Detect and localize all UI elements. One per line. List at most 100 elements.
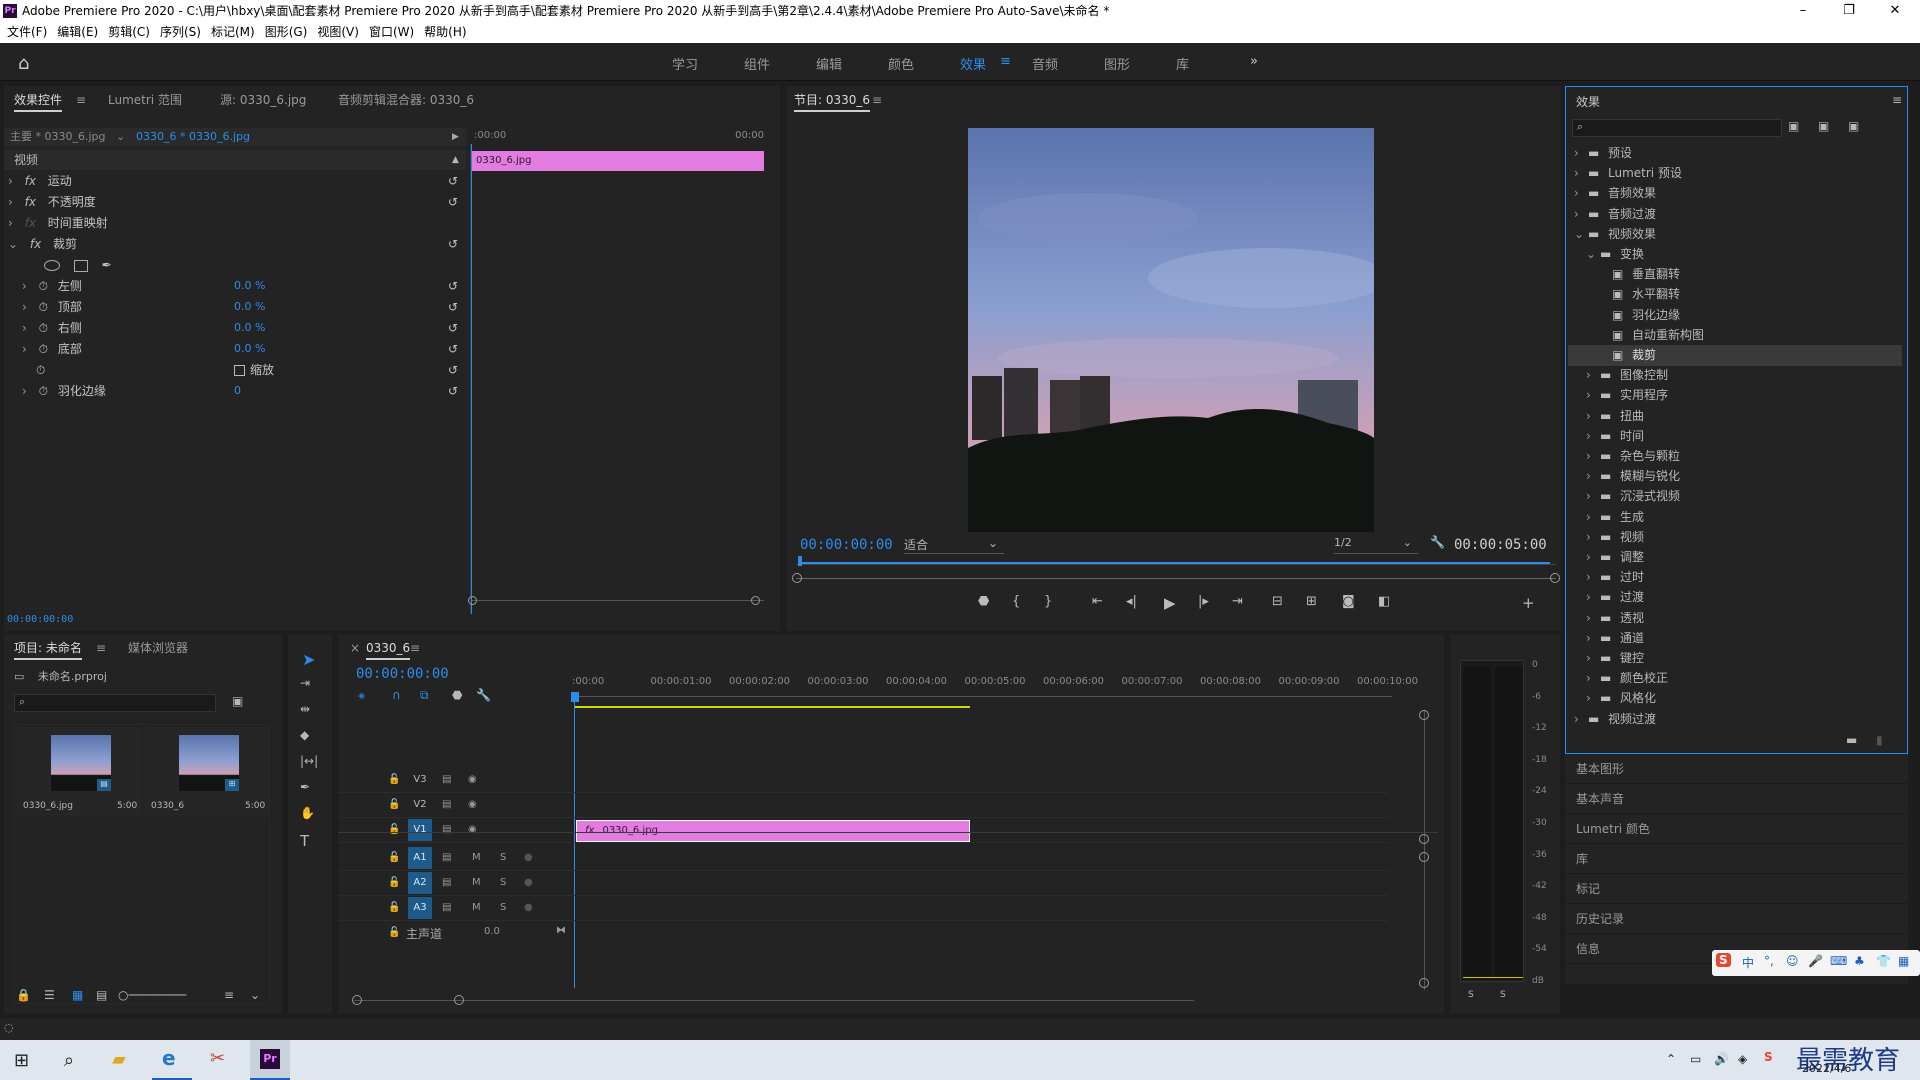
stopwatch-icon[interactable]: ⏱: [36, 363, 45, 377]
expand-chevron-icon[interactable]: ›: [1586, 406, 1591, 427]
fx-badge[interactable]: fx: [585, 825, 594, 836]
expand-chevron-icon[interactable]: ›: [1586, 446, 1591, 467]
tab-program[interactable]: 节目: 0330_6: [794, 86, 871, 114]
lock-icon[interactable]: 🔓: [388, 877, 400, 888]
reset-icon[interactable]: ↺: [448, 318, 458, 338]
effects-tree-item[interactable]: › ▬ 通道: [1568, 628, 1902, 649]
snap-icon[interactable]: ∩: [392, 688, 401, 702]
effects-tree-item[interactable]: ▣ 裁剪: [1568, 345, 1902, 366]
expand-chevron-icon[interactable]: ›: [22, 279, 27, 293]
volume-icon[interactable]: 🔊: [1714, 1052, 1729, 1066]
panel-essential-sound[interactable]: 基本声音: [1565, 784, 1908, 814]
chevron-down-icon[interactable]: ⌄: [1403, 536, 1412, 549]
fx-badge[interactable]: fx: [30, 237, 41, 251]
expand-chevron-icon[interactable]: ›: [8, 216, 13, 230]
menu-view[interactable]: 视图(V): [317, 25, 359, 39]
track-label[interactable]: A1: [408, 847, 432, 869]
reset-icon[interactable]: ↺: [448, 297, 458, 317]
list-view-icon[interactable]: ☰: [44, 988, 55, 1002]
expand-chevron-icon[interactable]: ›: [1586, 466, 1591, 487]
effects-tree-item[interactable]: ▣ 垂直翻转: [1568, 264, 1902, 285]
tab-sequence[interactable]: 0330_6: [366, 634, 411, 662]
new-bin-icon[interactable]: ▬: [1846, 733, 1857, 747]
track-label[interactable]: V2: [408, 794, 432, 816]
effects-tree-item[interactable]: › ▬ 音频过渡: [1568, 204, 1902, 225]
effects-tree-item[interactable]: › ▬ 时间: [1568, 426, 1902, 447]
zoom-handle-left[interactable]: [792, 573, 802, 583]
effects-tree-item[interactable]: › ▬ 图像控制: [1568, 365, 1902, 386]
collapse-up-icon[interactable]: ▲: [452, 150, 459, 170]
workspace-graphics[interactable]: 图形: [1104, 54, 1130, 73]
new-search-bin-icon[interactable]: ▣: [232, 694, 243, 708]
expand-chevron-icon[interactable]: ›: [1586, 365, 1591, 386]
sync-lock-icon[interactable]: ▤: [442, 852, 451, 863]
lock-icon[interactable]: 🔓: [388, 774, 400, 785]
menu-graphics[interactable]: 图形(G): [265, 25, 308, 39]
eye-icon[interactable]: ◉: [468, 799, 477, 810]
expand-chevron-icon[interactable]: ›: [1586, 527, 1591, 548]
effects-tree-item[interactable]: › ▬ 视频过渡: [1568, 709, 1902, 730]
trash-icon[interactable]: ▮: [1876, 733, 1883, 747]
expand-chevron-icon[interactable]: ›: [1574, 183, 1579, 204]
tab-audio-clip-mixer[interactable]: 音频剪辑混合器: 0330_6: [338, 86, 474, 114]
track-label[interactable]: V3: [408, 769, 432, 791]
shirt-icon[interactable]: 👕: [1876, 954, 1891, 968]
effects-tree-item[interactable]: ⌄ ▬ 变换: [1568, 244, 1902, 265]
crop-param-feather[interactable]: › ⏱ 羽化边缘 0 ↺: [22, 381, 464, 401]
mark-in-icon[interactable]: {: [1012, 594, 1020, 609]
timeline-hscrollbar[interactable]: [354, 1000, 1194, 1001]
reset-icon[interactable]: ↺: [448, 339, 458, 359]
step-forward-icon[interactable]: |▸: [1198, 594, 1209, 609]
reset-icon[interactable]: ↺: [448, 192, 458, 212]
param-value[interactable]: 0.0 %: [234, 297, 265, 317]
go-to-in-icon[interactable]: ⇤: [1092, 594, 1103, 609]
eye-icon[interactable]: ◉: [468, 774, 477, 785]
sync-lock-icon[interactable]: ▤: [442, 799, 451, 810]
ime-tray-icon[interactable]: ◈: [1738, 1052, 1747, 1066]
timeline-clip[interactable]: fx 0330_6.jpg: [576, 820, 970, 842]
stopwatch-icon[interactable]: ⏱: [39, 300, 48, 314]
mute-button[interactable]: M: [472, 902, 481, 913]
vscroll-handle[interactable]: [1419, 852, 1429, 862]
param-value[interactable]: 0: [234, 381, 241, 401]
emoji-icon[interactable]: ☺: [1786, 954, 1799, 968]
menu-clip[interactable]: 剪辑(C): [108, 25, 150, 39]
go-to-out-icon[interactable]: ⇥: [1232, 594, 1243, 609]
play-triangle-icon[interactable]: ▶: [452, 128, 459, 146]
effects-tree-item[interactable]: › ▬ 透视: [1568, 608, 1902, 629]
effects-tree-item[interactable]: › ▬ 过渡: [1568, 587, 1902, 608]
linked-selection-icon[interactable]: ⧉: [420, 688, 429, 703]
nest-icon[interactable]: ⚹: [358, 688, 365, 703]
taskbar-date[interactable]: 2022/4/6: [1802, 1062, 1851, 1075]
sort-icon[interactable]: ≡: [224, 988, 234, 1002]
project-item-sequence[interactable]: ⊞ 0330_6 5:00: [145, 727, 269, 817]
solo-button[interactable]: S: [500, 852, 506, 863]
program-playhead[interactable]: [798, 556, 802, 566]
slip-tool-icon[interactable]: |↔|: [300, 754, 318, 768]
scroll-handle-left[interactable]: [468, 596, 477, 605]
crop-param-left[interactable]: › ⏱ 左侧 0.0 % ↺: [22, 276, 464, 296]
effects-tree-item[interactable]: › ▬ 预设: [1568, 143, 1902, 164]
tab-menu-icon[interactable]: ≡: [872, 86, 882, 114]
effects-tree-item[interactable]: ▣ 羽化边缘: [1568, 305, 1902, 326]
crop-param-bottom[interactable]: › ⏱ 底部 0.0 % ↺: [22, 339, 464, 359]
solo-button[interactable]: S: [500, 902, 506, 913]
workspace-menu-icon[interactable]: ≡: [1000, 54, 1011, 69]
panel-menu-icon[interactable]: ≡: [1892, 93, 1902, 107]
eye-icon[interactable]: ◉: [468, 824, 477, 835]
chevron-down-icon[interactable]: ⌄: [116, 128, 125, 146]
punctuation-icon[interactable]: °,: [1764, 954, 1774, 968]
tab-media-browser[interactable]: 媒体浏览器: [128, 634, 188, 662]
effect-zoom-scrollbar[interactable]: [472, 600, 764, 604]
pen-mask-icon[interactable]: ✒: [102, 258, 112, 272]
home-icon[interactable]: ⌂: [18, 53, 29, 74]
track-label[interactable]: A3: [408, 897, 432, 919]
expand-chevron-icon[interactable]: ›: [1586, 688, 1591, 709]
accelerated-effects-icon[interactable]: ▣: [1788, 119, 1799, 133]
lock-icon[interactable]: 🔓: [388, 902, 400, 913]
expand-chevron-icon[interactable]: ›: [1586, 668, 1591, 689]
ime-mode[interactable]: 中: [1742, 954, 1754, 971]
project-item-image[interactable]: ▤ 0330_6.jpg 5:00: [17, 727, 141, 817]
maximize-button[interactable]: ❐: [1826, 0, 1872, 22]
effects-tree-item[interactable]: › ▬ 模糊与锐化: [1568, 466, 1902, 487]
